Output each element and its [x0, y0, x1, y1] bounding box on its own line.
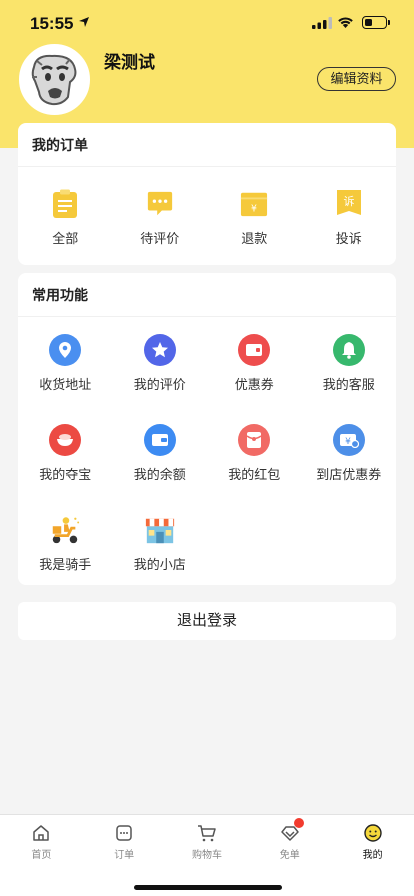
address-button[interactable]: 收货地址 — [18, 317, 113, 407]
tab-home[interactable]: 首页 — [0, 815, 83, 865]
smile-icon — [363, 824, 382, 842]
rider-button[interactable]: 我是骑手 — [18, 497, 113, 587]
rider-icon — [49, 514, 81, 546]
my-treasure-button[interactable]: 我的夺宝 — [18, 407, 113, 497]
tab-bar: 首页 订单 购物车 免单 我的 — [0, 814, 414, 896]
functions-title: 常用功能 — [18, 273, 396, 317]
orders-title: 我的订单 — [18, 123, 396, 167]
location-arrow-icon — [79, 17, 89, 27]
red-packet-button[interactable]: 我的红包 — [207, 407, 302, 497]
rider-label: 我是骑手 — [39, 557, 92, 572]
order-complaint-button[interactable]: 诉 投诉 — [302, 167, 397, 265]
complaint-icon: 诉 — [335, 189, 363, 219]
my-shop-button[interactable]: 我的小店 — [113, 497, 208, 587]
avatar-image — [22, 47, 87, 112]
status-bar: 15:55 — [0, 0, 414, 46]
order-refund-button[interactable]: ¥ 退款 — [207, 167, 302, 265]
order-icon — [116, 825, 132, 841]
tab-free-order[interactable]: 免单 — [248, 815, 331, 865]
tab-cart-label: 购物车 — [191, 850, 222, 861]
coupons-button[interactable]: 优惠券 — [207, 317, 302, 407]
home-indicator — [134, 885, 282, 890]
shop-icon — [144, 514, 176, 546]
address-label: 收货地址 — [39, 377, 92, 392]
location-icon — [49, 334, 82, 366]
my-balance-button[interactable]: 我的余额 — [113, 407, 208, 497]
my-reviews-button[interactable]: 我的评价 — [113, 317, 208, 407]
my-treasure-label: 我的夺宝 — [39, 467, 92, 482]
customer-service-label: 我的客服 — [322, 377, 375, 392]
wifi-icon — [338, 17, 353, 28]
battery-icon — [362, 16, 390, 29]
comment-icon — [146, 189, 174, 219]
refund-icon: ¥ — [240, 189, 268, 219]
functions-card: 常用功能 收货地址 我的评价 优惠券 我的客服 我的夺宝 我的余额 我的红包 ¥… — [18, 273, 396, 585]
tab-orders-label: 订单 — [114, 850, 135, 861]
coupons-label: 优惠券 — [234, 377, 274, 392]
store-coupon-button[interactable]: ¥ 到店优惠券 — [302, 407, 397, 497]
order-refund-label: 退款 — [241, 231, 268, 246]
status-time: 15:55 — [30, 14, 74, 33]
cart-icon — [197, 825, 216, 842]
svg-text:诉: 诉 — [343, 195, 354, 208]
store-coupon-icon: ¥ — [332, 424, 365, 456]
notification-dot — [294, 818, 305, 828]
wallet-icon — [143, 424, 176, 456]
logout-button[interactable]: 退出登录 — [18, 602, 396, 640]
username: 梁测试 — [104, 53, 155, 72]
signal-icon — [312, 17, 332, 29]
coupon-icon — [238, 334, 271, 366]
edit-profile-button[interactable]: 编辑资料 — [317, 67, 396, 91]
tab-cart[interactable]: 购物车 — [166, 815, 249, 865]
tab-free-order-label: 免单 — [279, 850, 300, 861]
my-balance-label: 我的余额 — [133, 467, 186, 482]
order-to-review-label: 待评价 — [140, 231, 180, 246]
my-shop-label: 我的小店 — [133, 557, 186, 572]
customer-service-button[interactable]: 我的客服 — [302, 317, 397, 407]
order-complaint-label: 投诉 — [335, 231, 362, 246]
bell-icon — [332, 334, 365, 366]
my-reviews-label: 我的评价 — [133, 377, 186, 392]
treasure-icon — [49, 424, 82, 456]
tab-mine[interactable]: 我的 — [331, 815, 414, 865]
star-icon — [143, 334, 176, 366]
order-to-review-button[interactable]: 待评价 — [113, 167, 208, 265]
home-icon — [33, 825, 50, 841]
avatar[interactable] — [19, 44, 90, 115]
tab-mine-label: 我的 — [362, 850, 383, 861]
red-packet-label: 我的红包 — [228, 467, 281, 482]
order-all-button[interactable]: 全部 — [18, 167, 113, 265]
red-packet-icon — [238, 424, 271, 456]
store-coupon-label: 到店优惠券 — [316, 467, 382, 482]
tab-home-label: 首页 — [31, 850, 52, 861]
svg-text:¥: ¥ — [251, 203, 257, 214]
order-all-label: 全部 — [52, 231, 79, 246]
tab-orders[interactable]: 订单 — [83, 815, 166, 865]
orders-card: 我的订单 全部 待评价 ¥ 退款 诉 投诉 — [18, 123, 396, 265]
clipboard-icon — [51, 189, 79, 219]
svg-text:¥: ¥ — [345, 437, 351, 447]
